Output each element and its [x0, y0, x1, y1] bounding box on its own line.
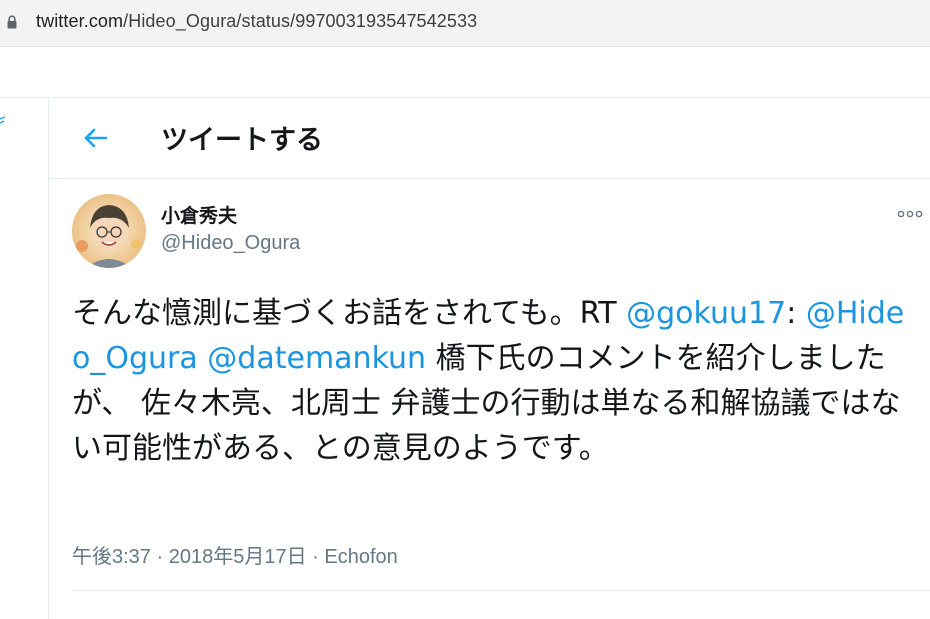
avatar[interactable]: [72, 194, 146, 268]
meta-divider: [72, 590, 930, 591]
left-navigation-rail: [0, 98, 49, 619]
tweet-time[interactable]: 午後3:37: [72, 546, 151, 568]
browser-blank-band: [0, 47, 930, 98]
author-avatar-image: [72, 194, 146, 268]
nav-edge-icon[interactable]: [0, 116, 6, 130]
meta-separator: ·: [306, 546, 325, 568]
url-host: twitter.com: [36, 11, 124, 31]
tweet-meta: 午後3:37 · 2018年5月17日 · Echofon: [72, 540, 398, 569]
tweet-text-segment: [198, 341, 208, 376]
back-button[interactable]: [79, 122, 111, 154]
url-text[interactable]: twitter.com/Hideo_Ogura/status/997003193…: [36, 11, 477, 32]
mention-link[interactable]: @gokuu17: [626, 296, 786, 331]
mention-link[interactable]: @datemankun: [207, 341, 426, 376]
engagement-row-cropped: [72, 605, 930, 619]
lock-icon: [7, 15, 17, 29]
tweet-text: そんな憶測に基づくお話をされても。RT @gokuu17: @Hideo_Ogu…: [72, 291, 922, 471]
meta-separator: ·: [150, 546, 169, 568]
author-name[interactable]: 小倉秀夫: [161, 201, 237, 228]
more-dots-icon: [897, 210, 923, 218]
tweet-client[interactable]: Echofon: [324, 546, 397, 568]
author-handle[interactable]: @Hideo_Ogura: [161, 232, 300, 255]
page-header: ツイートする: [49, 98, 930, 179]
url-path: /Hideo_Ogura/status/997003193547542533: [123, 11, 478, 31]
tweet-text-segment: そんな憶測に基づくお話をされても。RT: [72, 296, 627, 331]
arrow-left-icon: [84, 128, 108, 148]
page-title: ツイートする: [161, 125, 323, 155]
address-bar[interactable]: twitter.com/Hideo_Ogura/status/997003193…: [0, 0, 930, 47]
more-options-button[interactable]: [893, 202, 927, 226]
tweet-date[interactable]: 2018年5月17日: [169, 546, 307, 568]
tweet-text-segment: :: [786, 296, 806, 331]
